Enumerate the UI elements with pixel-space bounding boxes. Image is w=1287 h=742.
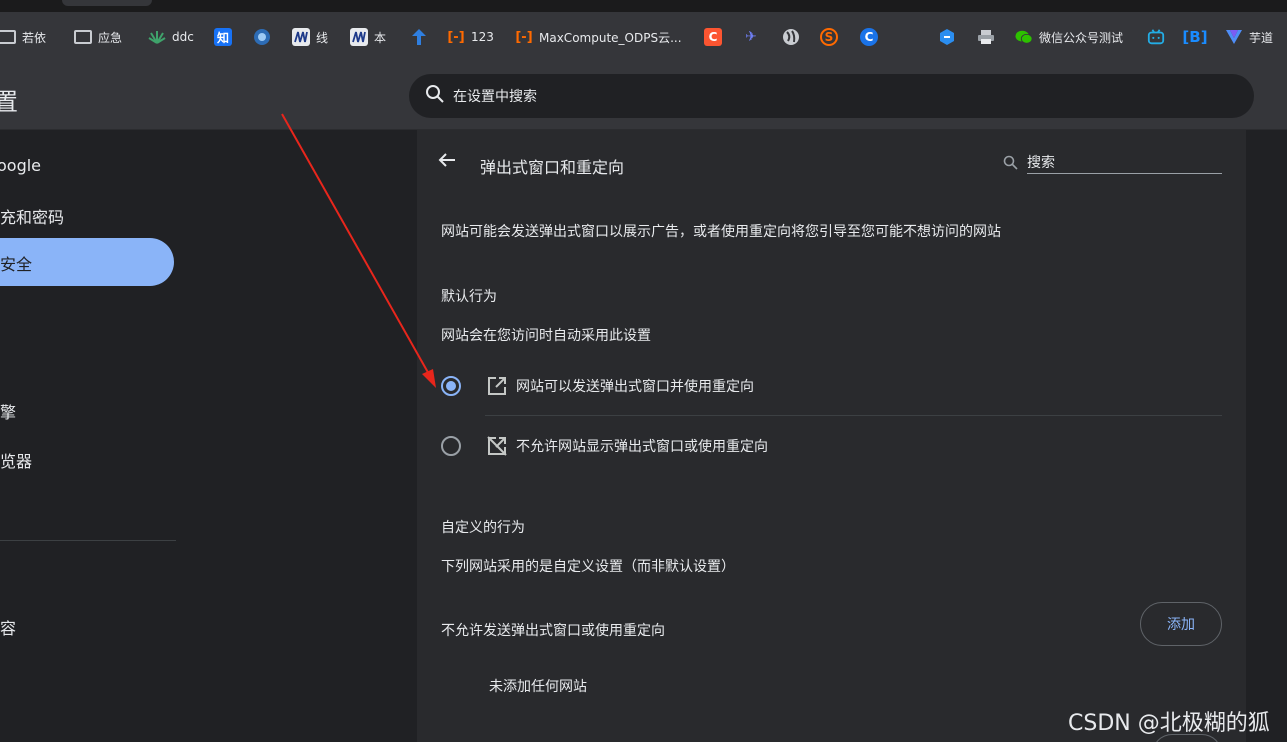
bookmark-item[interactable]: 若依 — [0, 26, 46, 48]
bookmark-item[interactable] — [410, 26, 434, 48]
bookmarks-bar: 若依 应急 ddc 知 线 本 [-] 123 [-] MaxCompute_ODP… — [0, 12, 1287, 62]
c-blue-icon: C — [860, 28, 878, 46]
search-icon — [425, 84, 445, 108]
radio-option-allow[interactable]: 网站可以发送弹出式窗口并使用重定向 — [441, 371, 1222, 401]
sidebar-divider — [0, 540, 176, 541]
open-in-new-icon — [486, 375, 508, 397]
plant-icon — [148, 28, 166, 46]
bookmark-item[interactable]: 本 — [350, 26, 386, 48]
blocked-sites-label: 不允许发送弹出式窗口或使用重定向 — [441, 623, 665, 639]
bookmark-item[interactable]: S — [820, 26, 844, 48]
custom-behavior-subtitle: 下列网站采用的是自定义设置（而非默认设置） — [441, 559, 735, 575]
bookmark-item[interactable]: 应急 — [74, 26, 122, 48]
folder-icon — [0, 28, 16, 46]
bookmark-item[interactable]: C — [704, 26, 728, 48]
radio-button-unselected[interactable] — [441, 436, 461, 456]
bird-icon: ✈ — [745, 29, 757, 45]
bookmark-item[interactable]: [-] 123 — [447, 26, 494, 48]
subpage-title: 弹出式窗口和重定向 — [480, 158, 625, 177]
subpage-search-input[interactable]: 搜索 — [1003, 150, 1222, 174]
bookmark-item[interactable] — [782, 26, 806, 48]
popups-settings-card: 弹出式窗口和重定向 搜索 网站可能会发送弹出式窗口以展示广告，或者使用重定向将您… — [417, 130, 1246, 742]
search-underline — [1027, 173, 1222, 174]
bookmark-item[interactable] — [938, 26, 962, 48]
wechat-icon — [1015, 28, 1033, 46]
v-logo-icon — [1225, 28, 1243, 46]
radio-label-allow: 网站可以发送弹出式窗口并使用重定向 — [516, 379, 754, 395]
printer-icon — [977, 28, 995, 46]
search-icon — [1003, 155, 1018, 174]
bookmark-item[interactable]: 线 — [292, 26, 328, 48]
sidebar-item-autofill[interactable]: 充和密码 — [0, 204, 64, 228]
bookmark-item[interactable] — [253, 26, 277, 48]
bookmark-item[interactable] — [977, 26, 1001, 48]
shield-logo-icon — [253, 28, 271, 46]
settings-search-input[interactable]: 在设置中搜索 — [409, 74, 1254, 118]
default-behavior-heading: 默认行为 — [441, 289, 497, 305]
active-tab-edge[interactable] — [62, 0, 152, 6]
radio-button-selected[interactable] — [441, 376, 461, 396]
sidebar-item-google[interactable]: oogle — [0, 156, 41, 175]
arrow-logo-icon — [410, 28, 428, 46]
b-bracket-icon: [B] — [1182, 28, 1208, 46]
csdn-watermark: CSDN @北极糊的狐 — [1068, 711, 1270, 736]
sidebar-item-content[interactable]: 容 — [0, 615, 16, 639]
radio-option-block[interactable]: 不允许网站显示弹出式窗口或使用重定向 — [441, 431, 1222, 461]
back-button[interactable] — [435, 150, 459, 174]
custom-behavior-heading: 自定义的行为 — [441, 520, 525, 536]
bookmark-item[interactable] — [1147, 26, 1171, 48]
option-divider — [485, 415, 1222, 416]
arrow-left-icon — [438, 152, 456, 172]
bookmark-item[interactable]: 芋道 — [1225, 26, 1273, 48]
bilibili-icon — [1147, 28, 1165, 46]
page-description: 网站可能会发送弹出式窗口以展示广告，或者使用重定向将您引导至您可能不想访问的网站 — [441, 224, 1001, 240]
cube-icon — [938, 28, 956, 46]
aliyun-icon: [-] — [515, 29, 533, 45]
sidebar: oogle 充和密码 安全 擎 览器 容 — [0, 130, 200, 742]
bookmark-item[interactable]: [-] MaxCompute_ODPS云... — [515, 26, 681, 48]
m-logo-icon — [292, 28, 310, 46]
zhihu-icon: 知 — [214, 28, 232, 46]
bookmark-item[interactable]: 微信公众号测试 — [1015, 26, 1123, 48]
s-orange-icon: S — [820, 28, 838, 46]
bookmark-item[interactable]: ✈ — [742, 26, 766, 48]
folder-icon — [74, 28, 92, 46]
popup-blocked-icon — [486, 435, 508, 457]
subpage-search-placeholder: 搜索 — [1027, 155, 1055, 171]
add-button[interactable]: 添加 — [1140, 602, 1222, 646]
globe-icon — [782, 28, 800, 46]
m-logo-icon — [350, 28, 368, 46]
tab-strip — [0, 0, 1287, 12]
aliyun-icon: [-] — [447, 29, 465, 45]
page-title: 置 — [0, 88, 18, 116]
default-behavior-subtitle: 网站会在您访问时自动采用此设置 — [441, 328, 651, 344]
bookmark-item[interactable]: ddc — [148, 26, 194, 48]
bookmark-item[interactable]: [B] — [1182, 26, 1210, 48]
search-placeholder: 在设置中搜索 — [453, 89, 537, 105]
bookmark-item[interactable]: 知 — [214, 26, 238, 48]
sidebar-item-default-browser[interactable]: 览器 — [0, 448, 32, 472]
bookmark-item[interactable]: C — [860, 26, 884, 48]
settings-header: 置 在设置中搜索 — [0, 62, 1287, 130]
empty-list-label: 未添加任何网站 — [489, 679, 587, 695]
sidebar-item-search-engine[interactable]: 擎 — [0, 399, 16, 423]
radio-label-block: 不允许网站显示弹出式窗口或使用重定向 — [516, 439, 768, 455]
c-red-icon: C — [704, 28, 722, 46]
sidebar-item-privacy[interactable]: 安全 — [0, 251, 32, 275]
